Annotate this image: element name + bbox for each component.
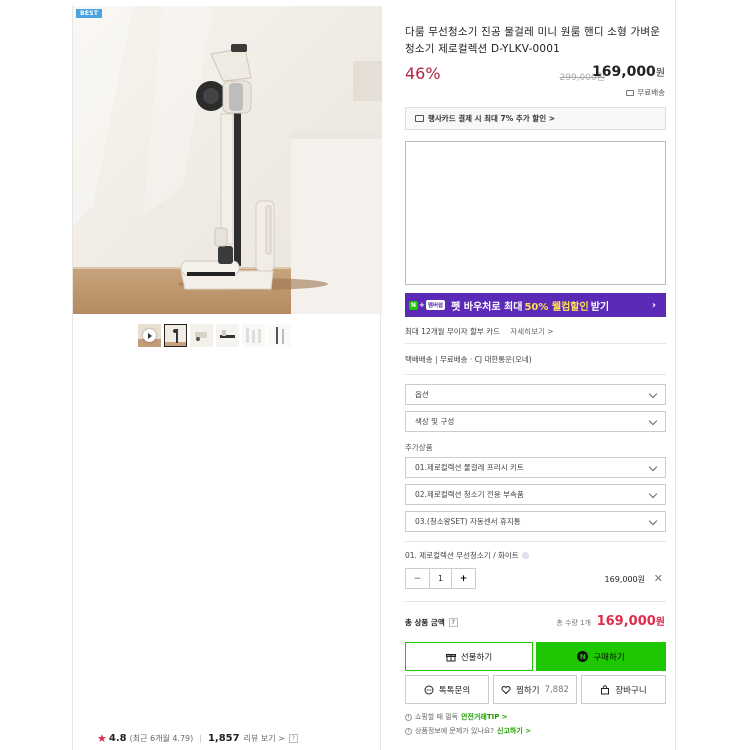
info-icon: i — [405, 713, 412, 721]
installment-detail-link[interactable]: 자세히보기 > — [510, 327, 553, 336]
thumbnail-4[interactable] — [242, 324, 265, 347]
option-dot-icon — [521, 552, 529, 559]
product-main-image[interactable]: BEST — [73, 6, 382, 314]
delivery-info: 무료배송 — [626, 87, 665, 98]
rating-score: 4.8 — [108, 733, 127, 744]
chevron-down-icon — [648, 489, 658, 499]
product-info-panel: 다룸 무선청소기 진공 물걸레 미니 원룸 핸디 소형 가벼운 청소기 제로컬렉… — [395, 0, 676, 750]
card-icon — [415, 115, 424, 122]
npay-icon: N — [577, 651, 589, 662]
npay-logo: N + 멤버쉽 — [409, 300, 446, 310]
thumbnail-5[interactable] — [268, 324, 291, 347]
vacuum-photo — [73, 6, 382, 314]
card-promo-banner[interactable]: 행사카드 결제 시 최대 7% 추가 할인 > — [405, 107, 666, 130]
qty-plus-button[interactable]: + — [452, 569, 475, 588]
selected-item-price: 169,000원 — [604, 575, 645, 584]
play-icon — [143, 329, 156, 342]
cart-button[interactable]: 장바구니 — [581, 675, 666, 704]
total-quantity: 총 수량 1개 — [556, 619, 591, 627]
divider — [405, 541, 666, 542]
divider — [405, 374, 666, 375]
total-price: 169,000원 — [596, 614, 665, 629]
thumbnail-video[interactable] — [138, 324, 161, 347]
product-title: 다룸 무선청소기 진공 물걸레 미니 원룸 핸디 소형 가벼운 청소기 제로컬렉… — [405, 26, 661, 55]
wish-count: 7,882 — [544, 684, 569, 695]
close-icon[interactable]: ✕ — [654, 572, 663, 585]
report-link[interactable]: 신고하기 > — [497, 726, 531, 736]
qty-minus-button[interactable]: − — [406, 569, 429, 588]
gift-button[interactable]: 선물하기 — [405, 642, 533, 671]
addon-select-3[interactable]: 03.(청소왕SET) 자동센서 휴지통 — [405, 511, 666, 532]
chevron-down-icon — [648, 416, 658, 426]
review-count: 1,857 — [207, 733, 240, 744]
truck-icon — [626, 89, 635, 96]
addon-label: 추가상품 — [405, 443, 433, 452]
installment-info: 최대 12개월 무이자 할부 카드 자세히보기 > — [405, 327, 554, 336]
divider — [405, 601, 666, 602]
shipping-info: 택배배송 | 무료배송 · CJ 대한통운(오네) — [405, 355, 532, 364]
sale-price: 169,000원 — [592, 64, 665, 80]
gift-icon — [445, 653, 456, 661]
rating-recent: (최근 6개월 4.79) — [129, 734, 194, 743]
ad-placeholder — [405, 141, 666, 285]
addon-select-1[interactable]: 01.제로컬렉션 물걸레 프리시 키트 — [405, 457, 666, 478]
thumbnail-2[interactable] — [190, 324, 213, 347]
chat-icon — [424, 685, 434, 694]
addon-select-2[interactable]: 02.제로컬렉션 청소기 전용 부속품 — [405, 484, 666, 505]
option-select[interactable]: 옵션 — [405, 384, 666, 405]
safe-trade-note: i 쇼핑할 때 필독 안전거래TIP > — [405, 712, 508, 722]
best-badge: BEST — [76, 9, 103, 18]
wishlist-button[interactable]: 찜하기 7,882 — [493, 675, 577, 704]
review-link[interactable]: 리뷰 보기 > — [244, 733, 285, 744]
report-note: i 상품정보에 문제가 있나요? 신고하기 > — [405, 726, 531, 736]
npay-membership-banner[interactable]: N + 멤버쉽 펫 바우처로 최대 50% 웰컴할인 받기 › — [405, 293, 666, 317]
chevron-down-icon — [648, 516, 658, 526]
help-icon[interactable]: ? — [448, 618, 458, 627]
product-page: BEST ★ 4.8 (최근 6개월 4.79) | 1,857 리뷰 보기 >… — [0, 0, 750, 750]
thumbnail-3[interactable] — [216, 324, 239, 347]
thumbnail-1[interactable] — [164, 324, 187, 347]
total-label: 총 상품 금액? — [405, 617, 458, 628]
divider — [405, 343, 666, 344]
divider: | — [199, 734, 202, 743]
heart-icon — [501, 685, 511, 694]
thumbnail-strip — [138, 324, 291, 347]
gallery-panel: BEST ★ 4.8 (최근 6개월 4.79) | 1,857 리뷰 보기 >… — [72, 6, 382, 750]
star-icon: ★ — [97, 732, 107, 745]
chevron-down-icon — [648, 389, 658, 399]
buy-button[interactable]: N 구매하기 — [536, 642, 666, 671]
discount-rate: 46% — [405, 64, 441, 83]
rating-summary: ★ 4.8 (최근 6개월 4.79) | 1,857 리뷰 보기 > ? — [97, 732, 298, 745]
info-icon: i — [405, 727, 412, 735]
chevron-right-icon: › — [651, 299, 656, 311]
selected-item-name: 01. 제로컬렉션 무선청소기 / 화이트 — [405, 550, 529, 561]
quantity-stepper: − 1 + — [405, 568, 476, 589]
safe-trade-link[interactable]: 안전거래TIP > — [461, 712, 508, 722]
color-select[interactable]: 색상 및 구성 — [405, 411, 666, 432]
bag-icon — [601, 684, 610, 694]
help-icon[interactable]: ? — [288, 734, 298, 743]
chevron-down-icon — [648, 462, 658, 472]
qty-input[interactable]: 1 — [429, 569, 452, 588]
talk-inquiry-button[interactable]: 톡톡문의 — [405, 675, 489, 704]
